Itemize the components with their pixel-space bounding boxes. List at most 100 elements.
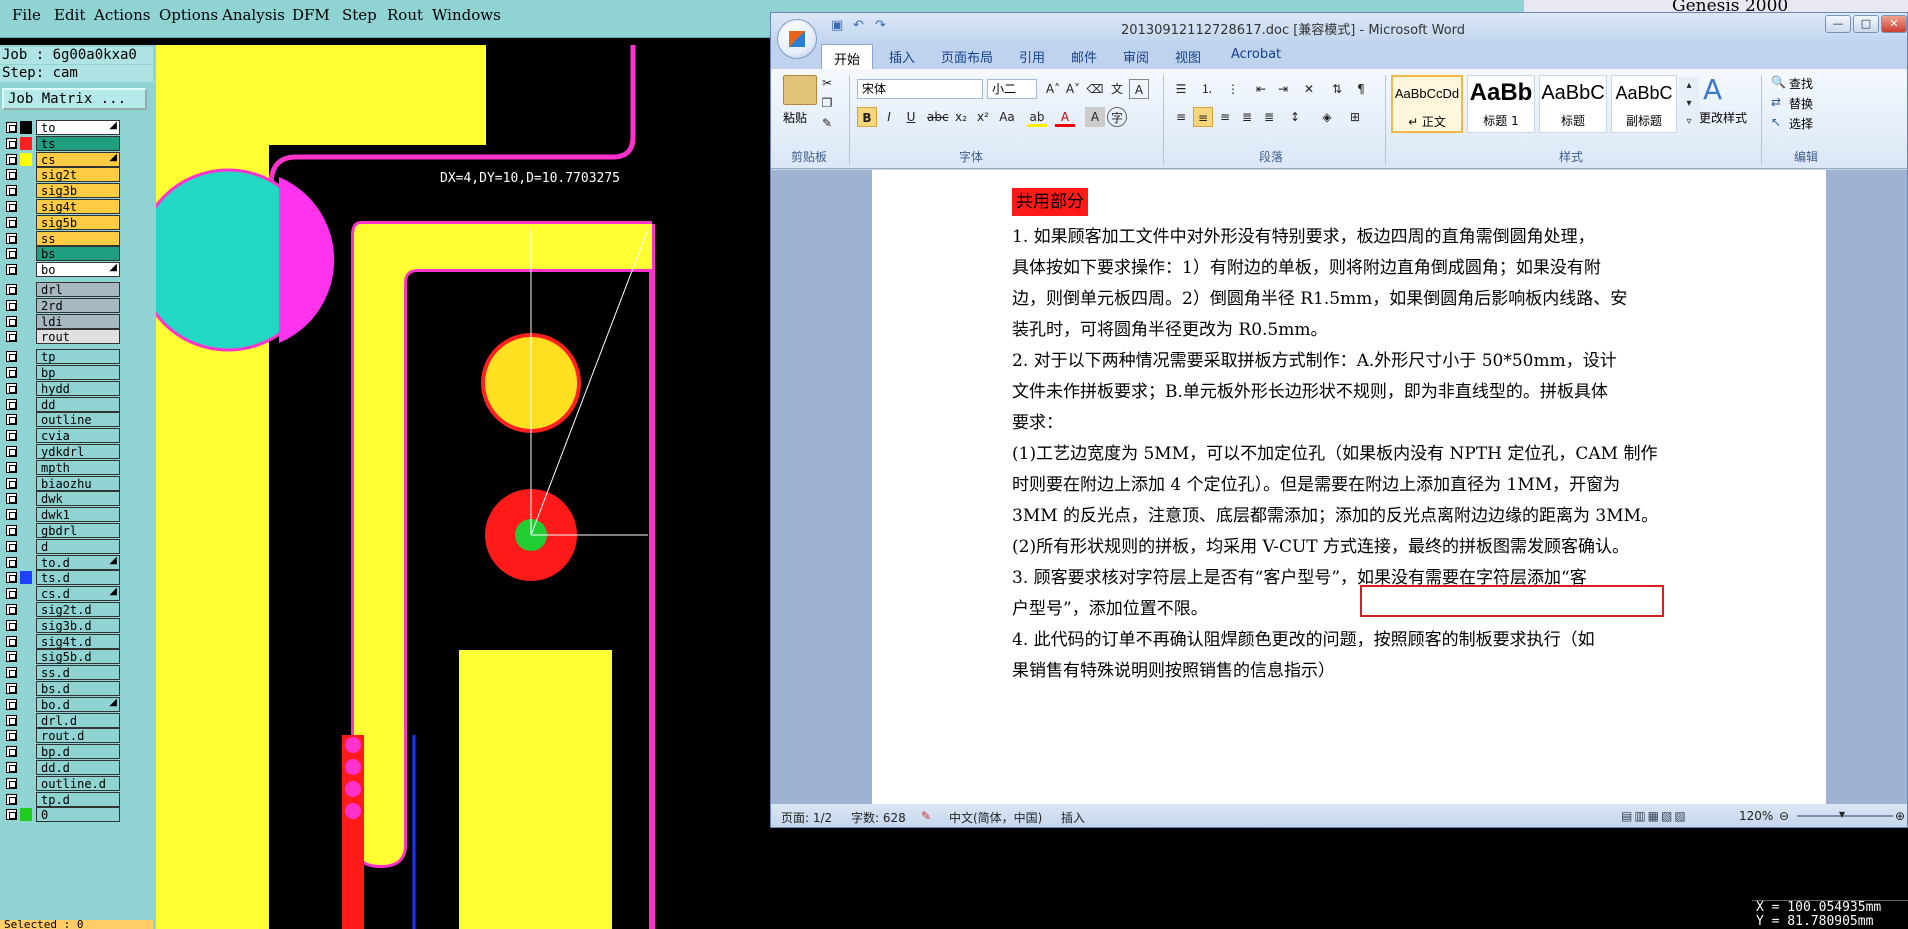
line-spacing-icon[interactable]: ↕ — [1285, 107, 1305, 127]
layer-name[interactable]: sig3b.d — [36, 617, 120, 633]
tab-references[interactable]: 引用 — [1019, 47, 1045, 66]
status-words[interactable]: 字数: 628 — [851, 809, 906, 826]
menu-analysis[interactable]: Analysis — [222, 6, 285, 24]
menu-options[interactable]: Options — [159, 6, 218, 24]
layer-checkbox[interactable] — [6, 746, 17, 758]
minimize-button[interactable]: — — [1825, 15, 1851, 33]
layer-name[interactable]: bp.d — [36, 744, 120, 760]
layer-name[interactable]: sig2t.d — [36, 602, 120, 617]
layer-row[interactable]: sig2t.d — [4, 602, 120, 617]
align-left-icon[interactable]: ≡ — [1171, 107, 1191, 127]
layer-row[interactable]: ts — [4, 135, 120, 151]
layer-checkbox[interactable] — [6, 351, 17, 363]
layer-checkbox[interactable] — [6, 683, 17, 694]
numbering-icon[interactable]: ⒈ — [1197, 79, 1217, 99]
layer-row[interactable]: sig2t — [4, 167, 120, 183]
font-name-select[interactable]: 宋体 — [857, 79, 983, 99]
align-center-icon[interactable]: ≡ — [1193, 107, 1213, 127]
layer-name[interactable]: outline — [36, 412, 120, 428]
select-button[interactable]: 选择 — [1789, 115, 1813, 132]
layer-checkbox[interactable] — [6, 635, 17, 647]
decrease-indent-icon[interactable]: ⇤ — [1251, 79, 1271, 99]
layer-checkbox[interactable] — [6, 698, 17, 710]
italic-icon[interactable]: I — [879, 107, 899, 127]
layer-row[interactable]: sig5b — [4, 214, 120, 230]
layer-name[interactable]: drl — [36, 282, 120, 297]
layer-row[interactable]: to ◢ — [4, 120, 120, 135]
font-color-icon[interactable]: A — [1055, 107, 1075, 127]
layer-name[interactable]: dwk — [36, 491, 120, 507]
layer-name[interactable]: rout.d — [36, 728, 120, 744]
layer-checkbox[interactable] — [6, 777, 17, 789]
layer-row[interactable]: dwk — [4, 491, 120, 507]
shading-icon[interactable]: ◈ — [1317, 107, 1337, 127]
layer-name[interactable]: bo.d — [36, 696, 120, 712]
layer-checkbox[interactable] — [6, 331, 17, 343]
layer-name[interactable]: sig2t — [36, 167, 120, 183]
subscript-icon[interactable]: x₂ — [951, 107, 971, 127]
layer-checkbox[interactable] — [6, 651, 17, 663]
grow-font-icon[interactable]: A˄ — [1043, 79, 1063, 99]
layer-row[interactable]: biaozhu — [4, 475, 120, 491]
change-case-icon[interactable]: Aa — [997, 107, 1017, 127]
layer-row[interactable]: outline.d — [4, 775, 120, 791]
layer-checkbox[interactable] — [6, 122, 17, 133]
layer-row[interactable]: bo ◢ — [4, 262, 120, 278]
shrink-font-icon[interactable]: A˅ — [1063, 79, 1083, 99]
undo-icon[interactable]: ↶ — [853, 18, 864, 33]
layer-row[interactable]: gbdrl — [4, 523, 120, 538]
layer-checkbox[interactable] — [6, 619, 17, 631]
layer-name[interactable]: tp — [36, 349, 120, 365]
layer-name[interactable]: bo — [36, 262, 120, 278]
layer-name[interactable]: sig4t — [36, 199, 120, 214]
layer-name[interactable]: sig3b — [36, 183, 120, 199]
layer-checkbox[interactable] — [6, 398, 17, 410]
layer-checkbox[interactable] — [6, 367, 17, 378]
layer-checkbox[interactable] — [6, 264, 17, 276]
cut-icon[interactable]: ✂ — [817, 73, 837, 93]
menu-file[interactable]: File — [12, 6, 41, 24]
layer-checkbox[interactable] — [6, 762, 17, 773]
bullets-icon[interactable]: ☰ — [1171, 79, 1191, 99]
layer-row[interactable]: bs — [4, 246, 120, 262]
maximize-button[interactable]: □ — [1853, 15, 1879, 33]
layer-name[interactable]: 2rd — [36, 297, 120, 313]
copy-icon[interactable]: ❐ — [817, 93, 837, 113]
graphics-canvas[interactable]: DX=4,DY=10,D=10.7703275 — [153, 45, 770, 929]
layer-name[interactable]: bp — [36, 365, 120, 380]
find-button[interactable]: 查找 — [1789, 75, 1813, 92]
align-right-icon[interactable]: ≡ — [1215, 107, 1235, 127]
layer-name[interactable]: ydkdrl — [36, 444, 120, 459]
layer-name[interactable]: 0 — [36, 807, 120, 823]
layer-row[interactable]: rout — [4, 329, 120, 345]
chinese-layout-icon[interactable]: ✕ — [1299, 79, 1319, 99]
zoom-out-icon[interactable]: ⊖ — [1779, 809, 1789, 823]
layer-checkbox[interactable] — [6, 153, 17, 165]
layer-name[interactable]: to — [36, 120, 120, 135]
layer-row[interactable]: bp.d — [4, 744, 120, 760]
layer-checkbox[interactable] — [6, 793, 17, 805]
style-heading1[interactable]: AaBb 标题 1 — [1467, 75, 1535, 133]
tab-view[interactable]: 视图 — [1175, 47, 1201, 66]
layer-checkbox[interactable] — [6, 299, 17, 311]
layer-row[interactable]: sig4t.d — [4, 633, 120, 649]
menu-dfm[interactable]: DFM — [292, 6, 330, 24]
layer-name[interactable]: dwk1 — [36, 507, 120, 523]
layer-name[interactable]: gbdrl — [36, 523, 120, 538]
layer-name[interactable]: ts — [36, 135, 120, 151]
layer-row[interactable]: ydkdrl — [4, 444, 120, 459]
layer-checkbox[interactable] — [6, 382, 17, 394]
multilevel-icon[interactable]: ⋮ — [1223, 79, 1243, 99]
status-language[interactable]: 中文(简体，中国) — [949, 809, 1042, 826]
layer-name[interactable]: bs.d — [36, 681, 120, 696]
layer-name[interactable]: biaozhu — [36, 475, 120, 491]
layer-name[interactable]: ts.d — [36, 570, 120, 586]
layer-checkbox[interactable] — [6, 525, 17, 536]
layer-checkbox[interactable] — [6, 493, 17, 505]
tab-home[interactable]: 开始 — [821, 44, 874, 69]
office-button[interactable] — [777, 19, 817, 59]
layer-checkbox[interactable] — [6, 730, 17, 742]
layer-row[interactable]: sig5b.d — [4, 649, 120, 665]
layer-row[interactable]: ss.d — [4, 665, 120, 681]
layer-row[interactable]: 2rd — [4, 297, 120, 313]
